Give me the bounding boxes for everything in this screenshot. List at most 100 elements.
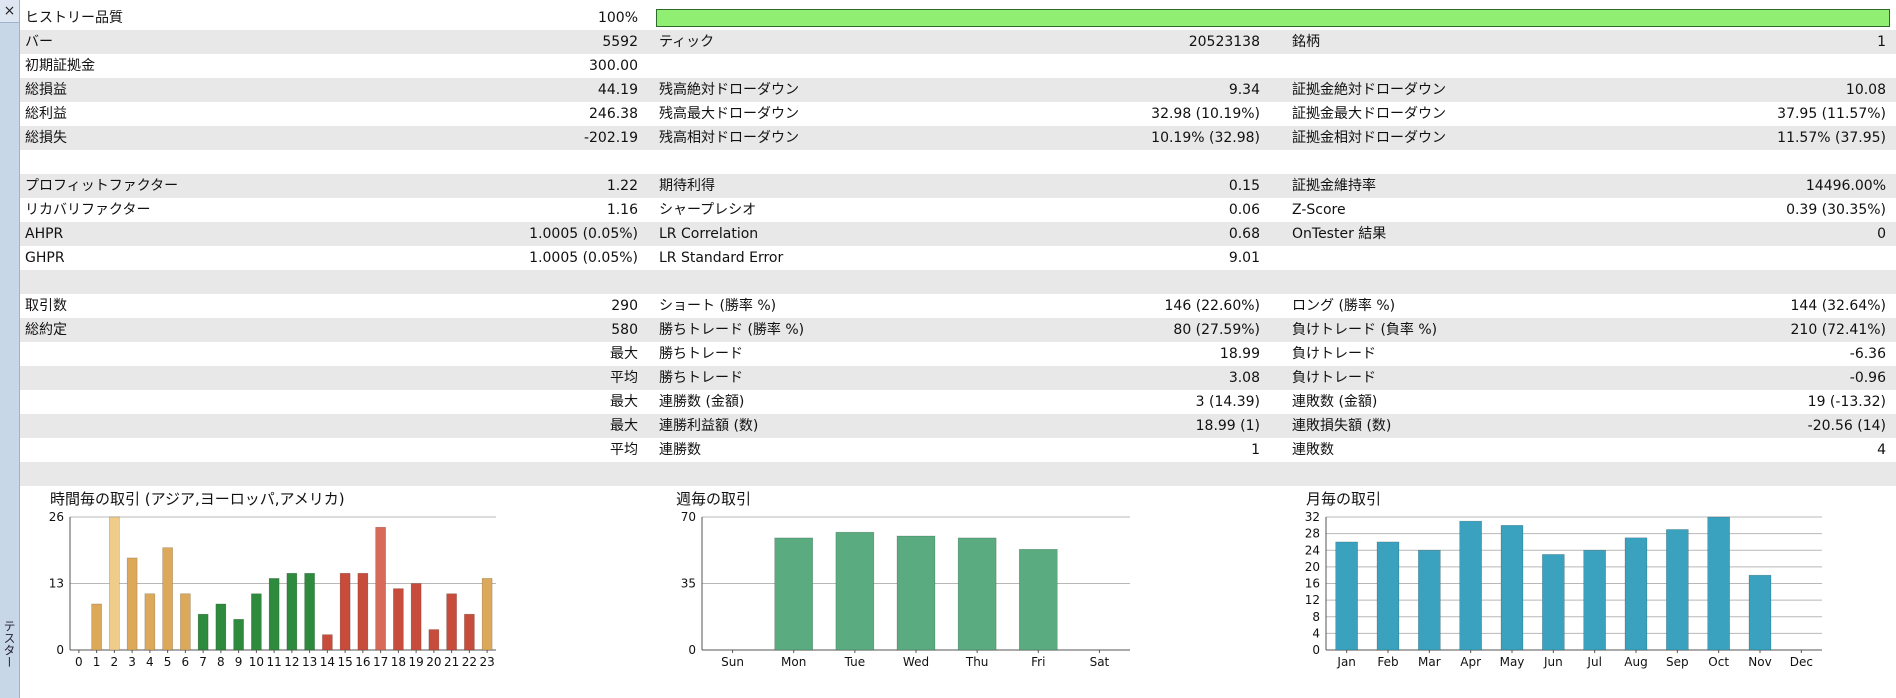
x-tick-label: 11	[266, 655, 281, 669]
value-col2: 9.34	[1228, 82, 1260, 98]
x-tick-label: 8	[217, 655, 225, 669]
value-col1: 最大	[610, 418, 638, 434]
value-col3: -6.36	[1849, 346, 1886, 362]
value-col1: -202.19	[583, 130, 638, 146]
label-col1: AHPR	[25, 226, 64, 242]
value-col1: 44.19	[597, 82, 638, 98]
y-tick-label: 0	[56, 643, 64, 657]
x-tick-label: Wed	[903, 655, 929, 669]
bar-Sep	[1666, 529, 1689, 651]
y-tick-label: 16	[1305, 577, 1320, 591]
bar-Mar	[1418, 549, 1441, 651]
report-row: 総利益 246.38 残高最大ドローダウン 32.98 (10.19%) 証拠金最大ドロ…	[20, 102, 1896, 126]
x-tick-label: 22	[462, 655, 477, 669]
x-tick-label: 15	[337, 655, 352, 669]
value-col1: 最大	[610, 394, 638, 410]
label-col1: 総損益	[25, 82, 67, 98]
x-tick-label: 12	[284, 655, 299, 669]
value-col2: 0.68	[1228, 226, 1260, 242]
x-tick-label: 19	[408, 655, 423, 669]
x-tick-label: 16	[355, 655, 370, 669]
x-tick-label: Jul	[1586, 655, 1601, 669]
x-tick-label: 2	[111, 655, 119, 669]
bar-Tue	[835, 531, 875, 651]
bar-Mon	[774, 537, 814, 651]
value-col1: 290	[611, 298, 638, 314]
value-col2: 32.98 (10.19%)	[1151, 106, 1260, 122]
value-col2: 1	[1251, 442, 1260, 458]
bar-6	[180, 593, 191, 651]
value-col1: 1.22	[606, 178, 638, 194]
label-col2: 連勝利益額 (数)	[659, 418, 759, 434]
report-row	[20, 270, 1896, 294]
x-tick-label: 4	[146, 655, 154, 669]
close-icon[interactable]: ×	[0, 0, 19, 23]
x-tick-label: 6	[182, 655, 190, 669]
chart-plot: 0 35 70 Sun Mon Tue Wed Thu Fri Sat	[681, 510, 1130, 669]
bar-14	[322, 634, 333, 651]
report-row: 最大 勝ちトレード 18.99 負けトレード -6.36	[20, 342, 1896, 366]
bar-11	[268, 578, 280, 651]
x-tick-label: Mar	[1418, 655, 1441, 669]
label-col1: 総損失	[25, 130, 67, 146]
x-tick-label: Feb	[1377, 655, 1398, 669]
bar-Jun	[1542, 554, 1565, 651]
label-col3: OnTester 結果	[1292, 226, 1387, 242]
bar-2	[109, 516, 120, 651]
label-col3: 負けトレード	[1292, 370, 1376, 386]
chart-title: 週毎の取引	[676, 490, 752, 508]
chart-plot: 013260 1 2 3 4 5 6 7 8 9 10 11 12 13 14 15 16 17 18 19 20 21 2…	[49, 510, 496, 669]
label-col1: GHPR	[25, 250, 65, 266]
label-col2: 残高相対ドローダウン	[659, 130, 799, 146]
report-row: 最大 連勝数 (金額) 3 (14.39) 連敗数 (金額) 19 (-13.32)	[20, 390, 1896, 414]
report-row: 初期証拠金 300.00	[20, 54, 1896, 78]
x-tick-label: May	[1500, 655, 1525, 669]
value-col2: 0.15	[1228, 178, 1260, 194]
report-row	[20, 150, 1896, 174]
value-col1: 5592	[602, 34, 638, 50]
value-col2: 18.99	[1219, 346, 1260, 362]
bar-Jan	[1335, 541, 1358, 651]
value-col2: 3.08	[1228, 370, 1260, 386]
history-quality-row: ヒストリー品質 100%	[20, 6, 1896, 30]
x-tick-label: 10	[249, 655, 264, 669]
history-quality-label: ヒストリー品質	[25, 10, 123, 26]
report-table: ヒストリー品質 100% バー 5592 ティック 20523138 銘柄 1 初期証拠金 3…	[20, 6, 1896, 486]
label-col3: 証拠金相対ドローダウン	[1292, 130, 1446, 146]
bar-20	[428, 629, 440, 651]
x-tick-label: Mon	[781, 655, 806, 669]
value-col1: 1.0005 (0.05%)	[529, 226, 638, 242]
bar-10	[251, 593, 262, 651]
x-tick-label: 5	[164, 655, 172, 669]
report-row	[20, 462, 1896, 486]
label-col3: 証拠金維持率	[1292, 178, 1376, 194]
label-col1: 取引数	[25, 298, 67, 314]
report-row: プロフィットファクター 1.22 期待利得 0.15 証拠金維持率 14496.00%	[20, 174, 1896, 198]
label-col2: 連勝数	[659, 442, 701, 458]
bar-9	[233, 619, 244, 651]
label-col3: 銘柄	[1292, 34, 1320, 50]
label-col3: 連敗数	[1292, 442, 1334, 458]
x-tick-label: 7	[199, 655, 207, 669]
y-tick-label: 20	[1305, 560, 1320, 574]
tester-tab-label[interactable]: テスター	[2, 620, 18, 668]
label-col2: LR Correlation	[659, 226, 759, 242]
bar-Oct	[1707, 516, 1730, 651]
label-col2: LR Standard Error	[659, 250, 784, 266]
label-col2: 期待利得	[659, 178, 715, 194]
x-tick-label: Dec	[1790, 655, 1813, 669]
y-tick-label: 0	[688, 643, 696, 657]
label-col2: 勝ちトレード	[659, 346, 743, 362]
y-tick-label: 35	[681, 577, 696, 591]
label-col1: 総利益	[25, 106, 67, 122]
x-tick-label: Jan	[1336, 655, 1356, 669]
y-tick-label: 70	[681, 510, 696, 524]
report-row: 平均 勝ちトレード 3.08 負けトレード -0.96	[20, 366, 1896, 390]
report-row: バー 5592 ティック 20523138 銘柄 1	[20, 30, 1896, 54]
bar-3	[126, 557, 138, 651]
x-tick-label: 3	[128, 655, 136, 669]
bar-12	[286, 572, 298, 651]
y-tick-label: 28	[1305, 527, 1320, 541]
label-col1: プロフィットファクター	[25, 178, 179, 194]
y-tick-label: 8	[1312, 610, 1320, 624]
